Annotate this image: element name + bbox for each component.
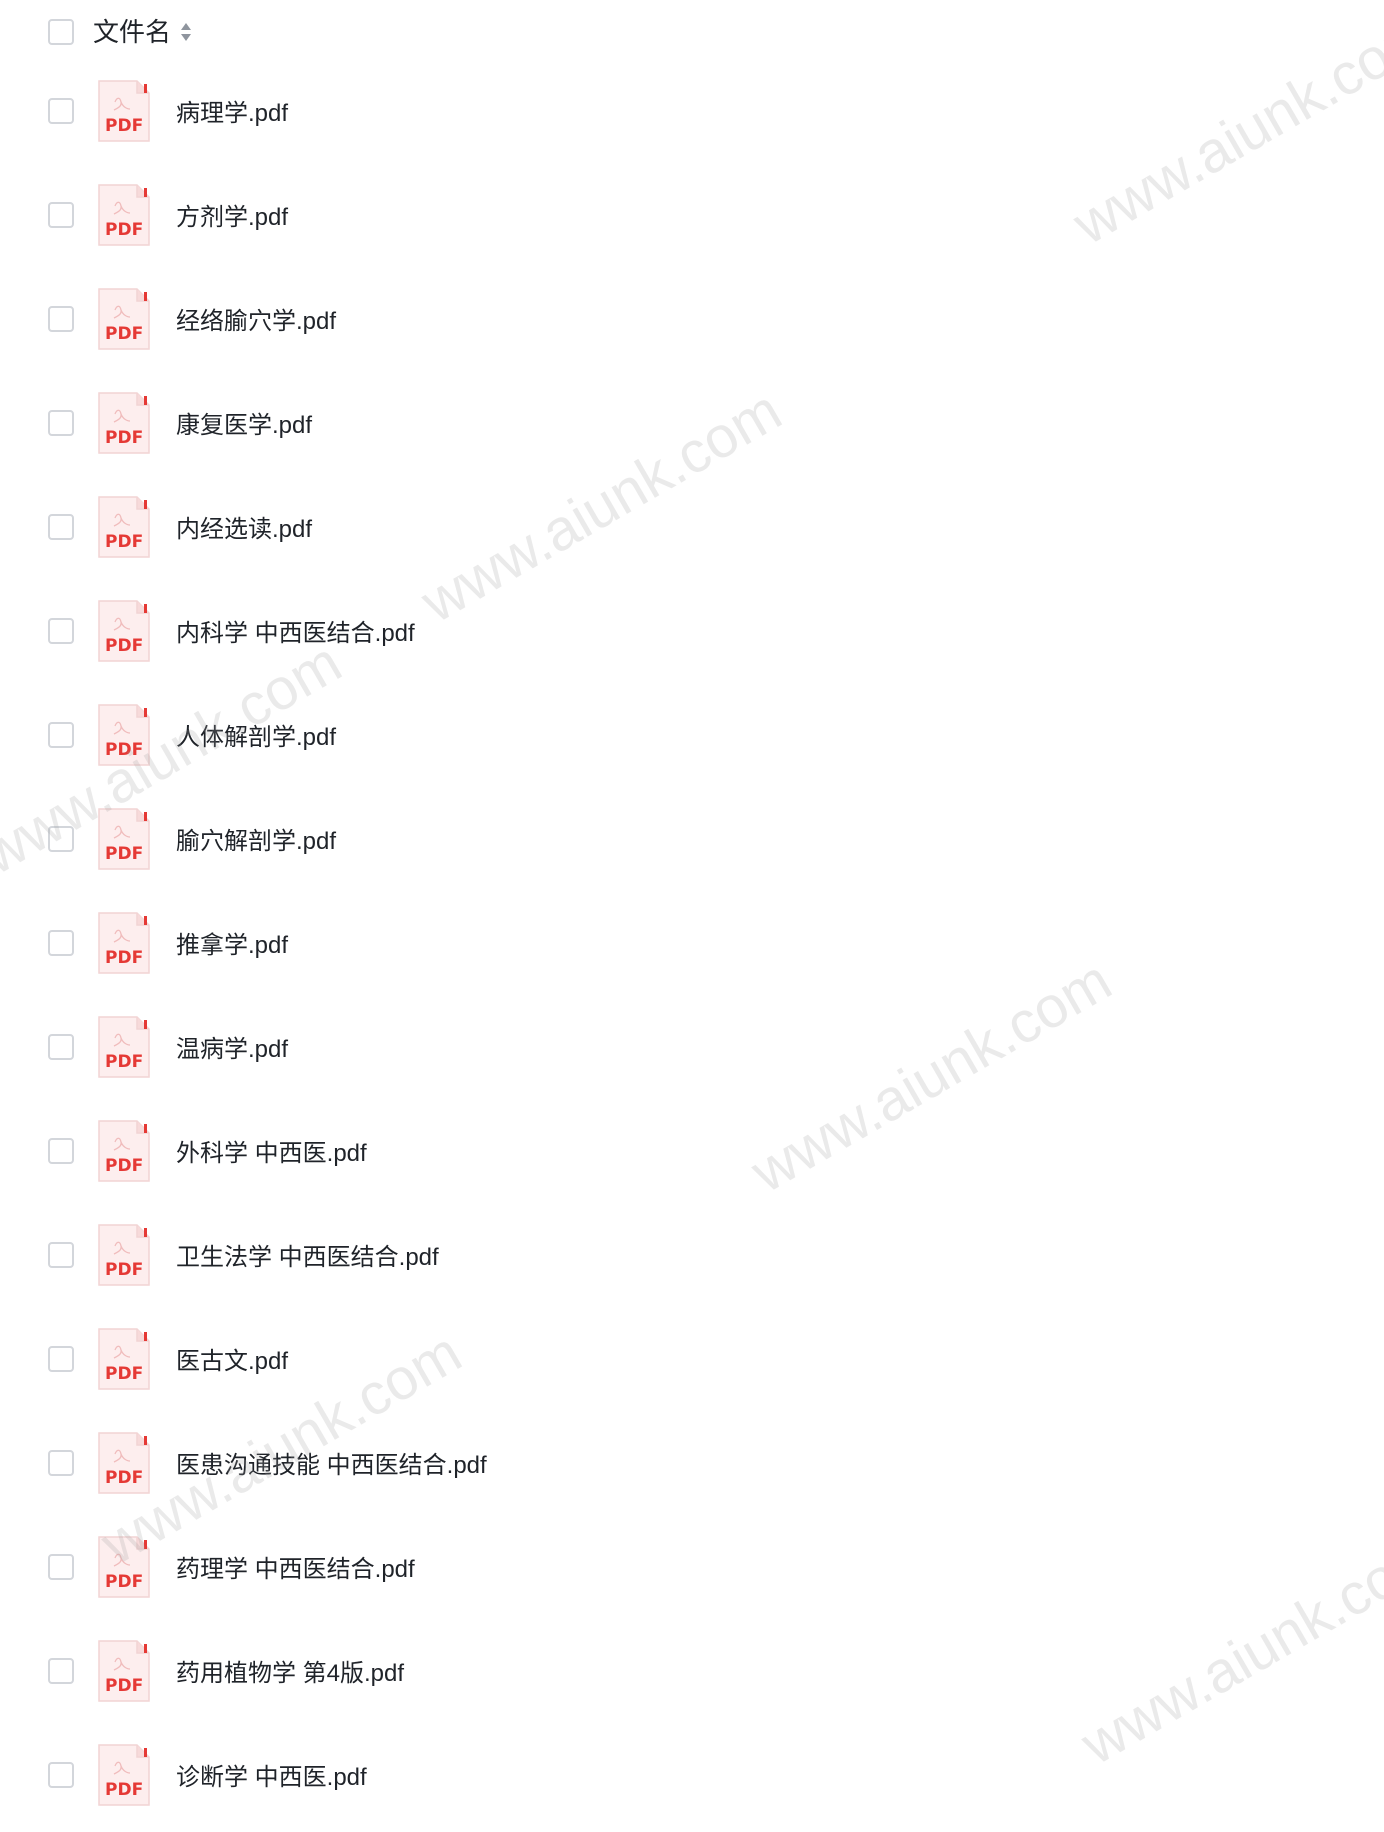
file-checkbox[interactable] (48, 1242, 74, 1268)
pdf-file-icon: PDF (97, 600, 151, 662)
svg-text:PDF: PDF (105, 220, 143, 240)
file-row[interactable]: PDF 医患沟通技能 中西医结合.pdf (0, 1416, 1384, 1520)
file-list-header: 文件名 (0, 0, 1384, 64)
file-name[interactable]: 内经选读.pdf (176, 513, 312, 547)
file-name[interactable]: 温病学.pdf (176, 1033, 288, 1067)
file-name[interactable]: 卫生法学 中西医结合.pdf (176, 1241, 439, 1275)
svg-text:PDF: PDF (105, 116, 143, 136)
file-name[interactable]: 医患沟通技能 中西医结合.pdf (176, 1449, 487, 1483)
file-row[interactable]: PDF 腧穴解剖学.pdf (0, 792, 1384, 896)
svg-text:PDF: PDF (105, 324, 143, 344)
svg-text:PDF: PDF (105, 1780, 143, 1800)
file-name[interactable]: 推拿学.pdf (176, 929, 288, 963)
svg-text:PDF: PDF (105, 636, 143, 656)
file-name[interactable]: 诊断学 中西医.pdf (176, 1761, 367, 1795)
file-name[interactable]: 内科学 中西医结合.pdf (176, 617, 415, 651)
file-row[interactable]: PDF 内科学 中西医结合.pdf (0, 584, 1384, 688)
svg-text:PDF: PDF (105, 1572, 143, 1592)
file-name[interactable]: 康复医学.pdf (176, 409, 312, 443)
file-row[interactable]: PDF 温病学.pdf (0, 1000, 1384, 1104)
pdf-file-icon: PDF (97, 808, 151, 870)
file-checkbox[interactable] (48, 202, 74, 228)
sort-icon[interactable] (179, 20, 193, 44)
svg-text:PDF: PDF (105, 1676, 143, 1696)
file-name[interactable]: 病理学.pdf (176, 97, 288, 131)
file-checkbox[interactable] (48, 1450, 74, 1476)
file-name[interactable]: 外科学 中西医.pdf (176, 1137, 367, 1171)
file-checkbox[interactable] (48, 1762, 74, 1788)
file-checkbox[interactable] (48, 410, 74, 436)
pdf-file-icon: PDF (97, 1224, 151, 1286)
file-checkbox[interactable] (48, 514, 74, 540)
svg-text:PDF: PDF (105, 740, 143, 760)
svg-text:PDF: PDF (105, 1364, 143, 1384)
file-row[interactable]: PDF 病理学.pdf (0, 64, 1384, 168)
file-checkbox[interactable] (48, 1138, 74, 1164)
file-name[interactable]: 方剂学.pdf (176, 201, 288, 235)
file-name[interactable]: 医古文.pdf (176, 1345, 288, 1379)
pdf-file-icon: PDF (97, 184, 151, 246)
file-name[interactable]: 药理学 中西医结合.pdf (176, 1553, 415, 1587)
pdf-file-icon: PDF (97, 1640, 151, 1702)
file-row[interactable]: PDF 人体解剖学.pdf (0, 688, 1384, 792)
file-checkbox[interactable] (48, 1658, 74, 1684)
file-list: PDF 病理学.pdf PDF 方剂学.pdf PDF 经络腧穴学.pdf PDF 康复医学.… (0, 64, 1384, 1832)
pdf-file-icon: PDF (97, 1536, 151, 1598)
file-row[interactable]: PDF 药理学 中西医结合.pdf (0, 1520, 1384, 1624)
file-checkbox[interactable] (48, 826, 74, 852)
pdf-file-icon: PDF (97, 496, 151, 558)
file-row[interactable]: PDF 经络腧穴学.pdf (0, 272, 1384, 376)
file-checkbox[interactable] (48, 306, 74, 332)
svg-text:PDF: PDF (105, 428, 143, 448)
file-name[interactable]: 药用植物学 第4版.pdf (176, 1657, 404, 1691)
pdf-file-icon: PDF (97, 392, 151, 454)
file-checkbox[interactable] (48, 98, 74, 124)
file-checkbox[interactable] (48, 1346, 74, 1372)
svg-text:PDF: PDF (105, 1156, 143, 1176)
file-row[interactable]: PDF 外科学 中西医.pdf (0, 1104, 1384, 1208)
select-all-checkbox[interactable] (48, 19, 74, 45)
file-row[interactable]: PDF 康复医学.pdf (0, 376, 1384, 480)
file-checkbox[interactable] (48, 930, 74, 956)
file-checkbox[interactable] (48, 1034, 74, 1060)
file-row[interactable]: PDF 内经选读.pdf (0, 480, 1384, 584)
file-checkbox[interactable] (48, 722, 74, 748)
file-name[interactable]: 腧穴解剖学.pdf (176, 825, 336, 859)
file-row[interactable]: PDF 医古文.pdf (0, 1312, 1384, 1416)
column-header-filename[interactable]: 文件名 (93, 14, 171, 50)
svg-text:PDF: PDF (105, 1052, 143, 1072)
file-row[interactable]: PDF 方剂学.pdf (0, 168, 1384, 272)
pdf-file-icon: PDF (97, 1328, 151, 1390)
pdf-file-icon: PDF (97, 1744, 151, 1806)
svg-text:PDF: PDF (105, 1260, 143, 1280)
file-row[interactable]: PDF 推拿学.pdf (0, 896, 1384, 1000)
file-row[interactable]: PDF 诊断学 中西医.pdf (0, 1728, 1384, 1832)
pdf-file-icon: PDF (97, 1120, 151, 1182)
file-row[interactable]: PDF 药用植物学 第4版.pdf (0, 1624, 1384, 1728)
file-name[interactable]: 人体解剖学.pdf (176, 721, 336, 755)
file-name[interactable]: 经络腧穴学.pdf (176, 305, 336, 339)
svg-text:PDF: PDF (105, 532, 143, 552)
pdf-file-icon: PDF (97, 80, 151, 142)
pdf-file-icon: PDF (97, 704, 151, 766)
pdf-file-icon: PDF (97, 1432, 151, 1494)
file-row[interactable]: PDF 卫生法学 中西医结合.pdf (0, 1208, 1384, 1312)
svg-text:PDF: PDF (105, 948, 143, 968)
svg-text:PDF: PDF (105, 844, 143, 864)
pdf-file-icon: PDF (97, 288, 151, 350)
file-checkbox[interactable] (48, 1554, 74, 1580)
pdf-file-icon: PDF (97, 1016, 151, 1078)
file-checkbox[interactable] (48, 618, 74, 644)
pdf-file-icon: PDF (97, 912, 151, 974)
svg-text:PDF: PDF (105, 1468, 143, 1488)
